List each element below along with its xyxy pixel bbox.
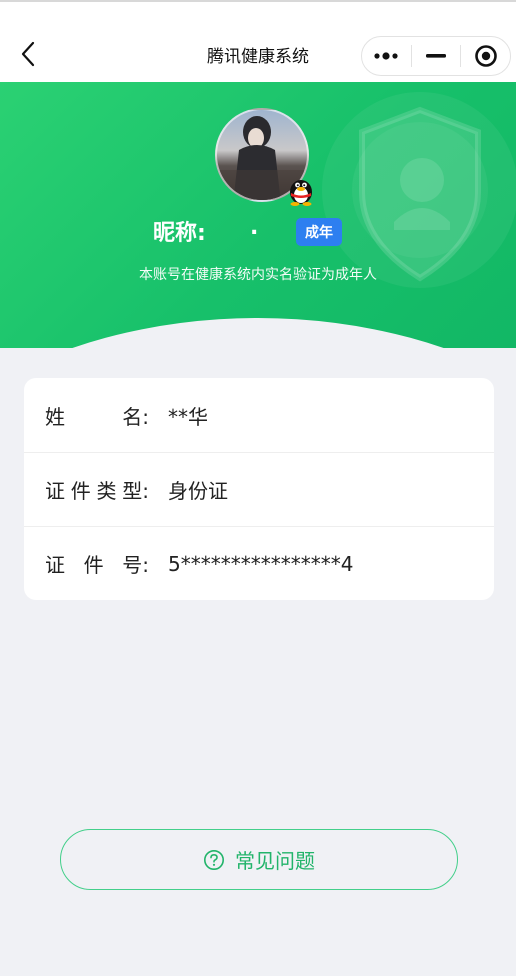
id-number-value: 5****************4 xyxy=(168,551,354,576)
nickname-value: . xyxy=(250,215,259,240)
close-mini-program-button[interactable] xyxy=(461,37,510,75)
identity-info-card: 姓 名: **华 证 件 类 型: 身份证 证 件 号: 5**********… xyxy=(24,378,494,600)
id-number-label: 证 件 号: xyxy=(45,553,149,577)
faq-button[interactable]: 常见问题 xyxy=(60,829,458,890)
mini-program-capsule xyxy=(361,36,511,76)
adult-status-badge: 成年 xyxy=(296,218,342,246)
header-curve xyxy=(0,318,516,348)
nickname-label: 昵称: xyxy=(153,221,206,246)
minus-icon xyxy=(426,54,446,58)
name-row: 姓 名: **华 xyxy=(24,378,494,452)
avatar[interactable] xyxy=(215,108,312,206)
faq-label: 常见问题 xyxy=(235,849,315,873)
name-label: 姓 名: xyxy=(45,404,149,429)
name-value: **华 xyxy=(168,404,208,429)
question-circle-icon xyxy=(204,849,224,870)
qq-penguin-icon xyxy=(290,180,312,206)
minimize-button[interactable] xyxy=(412,37,461,75)
id-type-row: 证 件 类 型: 身份证 xyxy=(24,452,494,526)
more-dots-icon xyxy=(374,52,398,60)
verification-text: 本账号在健康系统内实名验证为成年人 xyxy=(139,267,377,283)
id-number-row: 证 件 号: 5****************4 xyxy=(24,526,494,600)
navigation-bar: 腾讯健康系统 xyxy=(0,2,516,82)
id-type-value: 身份证 xyxy=(168,479,228,503)
more-menu-button[interactable] xyxy=(362,37,411,75)
target-circle-icon xyxy=(474,45,497,67)
id-type-label: 证 件 类 型: xyxy=(45,479,149,503)
